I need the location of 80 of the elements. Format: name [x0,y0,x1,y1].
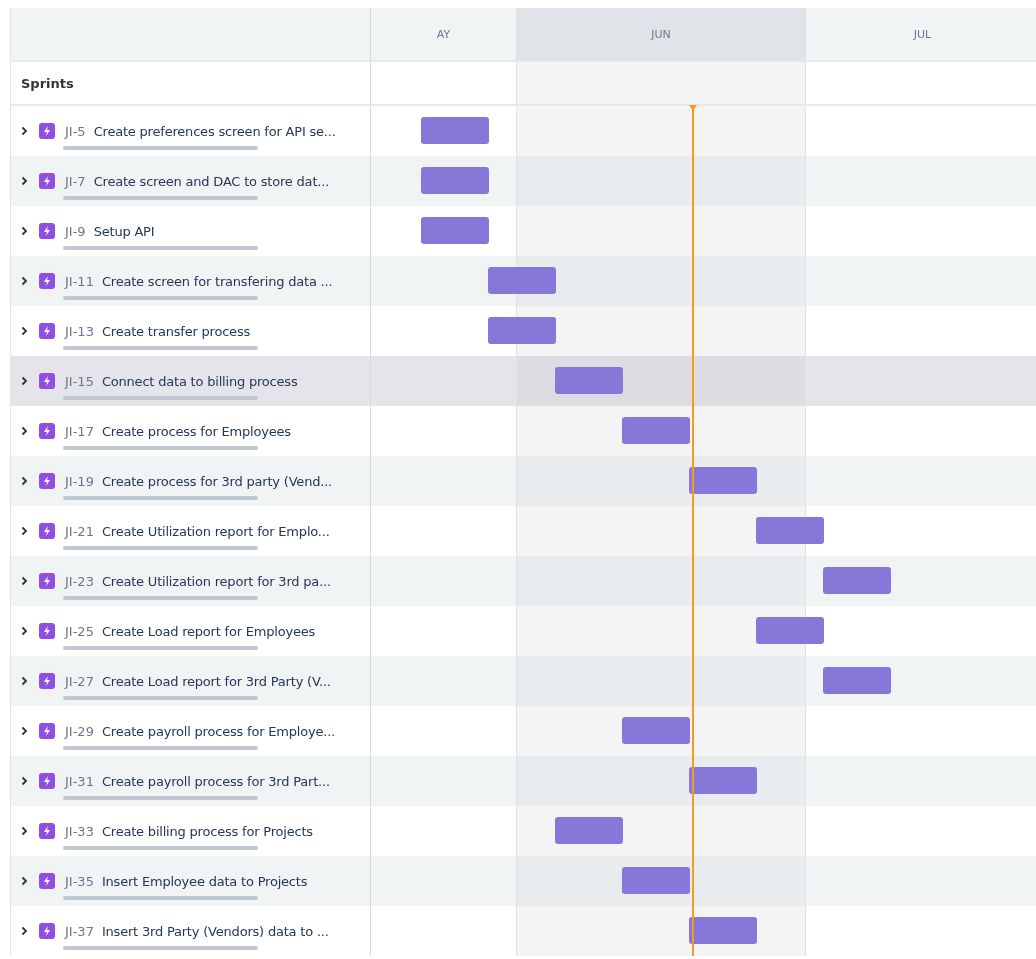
lightning-icon [39,223,55,239]
issue-title[interactable]: Create payroll process for 3rd Part... [101,773,330,789]
lightning-icon [39,523,55,539]
group-label: Sprints [21,75,74,91]
chevron-icon[interactable] [19,675,29,687]
issue-key[interactable]: JI-7 [65,173,86,189]
chevron-icon[interactable] [19,725,29,737]
chevron-icon[interactable] [19,325,29,337]
issue-title[interactable]: Create billing process for Projects [101,823,313,839]
issue-key[interactable]: JI-15 [65,373,94,389]
chevron-icon[interactable] [19,775,29,787]
issue-key[interactable]: JI-37 [65,923,94,939]
lightning-icon [39,823,55,839]
issue-key[interactable]: JI-23 [65,573,94,589]
issue-title[interactable]: Create process for 3rd party (Vend... [101,473,333,489]
issue-row[interactable]: JI-11 Create screen for transfering data ... [11,256,371,306]
issue-key[interactable]: JI-35 [65,873,94,889]
issue-key[interactable]: JI-21 [65,523,94,539]
issue-title[interactable]: Setup API [93,223,155,239]
month-header: JUN [517,8,806,60]
issue-title[interactable]: Create Utilization report for 3rd pa... [101,573,331,589]
issue-row[interactable]: JI-31 Create payroll process for 3rd Part... [11,756,371,806]
lightning-icon [39,273,55,289]
issue-key[interactable]: JI-13 [65,323,94,339]
month-header: AY [371,8,517,60]
chevron-icon[interactable] [19,175,29,187]
issue-key[interactable]: JI-5 [65,123,86,139]
chevron-icon[interactable] [19,475,29,487]
issue-title[interactable]: Create screen and DAC to store dat... [93,173,330,189]
chevron-icon[interactable] [19,525,29,537]
chevron-icon[interactable] [19,125,29,137]
issue-row[interactable]: JI-19 Create process for 3rd party (Vend... [11,456,371,506]
issue-key[interactable]: JI-33 [65,823,94,839]
issue-key[interactable]: JI-25 [65,623,94,639]
chevron-icon[interactable] [19,275,29,287]
issue-key[interactable]: JI-27 [65,673,94,689]
issue-title[interactable]: Create Load report for 3rd Party (V... [101,673,331,689]
issue-row[interactable]: JI-27 Create Load report for 3rd Party (V... [11,656,371,706]
chevron-icon[interactable] [19,625,29,637]
chevron-icon[interactable] [19,575,29,587]
issue-title[interactable]: Insert Employee data to Projects [101,873,308,889]
issue-title[interactable]: Create preferences screen for API se... [93,123,336,139]
issue-row[interactable]: JI-15 Connect data to billing process [11,356,371,406]
issue-row[interactable]: JI-23 Create Utilization report for 3rd pa... [11,556,371,606]
lightning-icon [39,773,55,789]
issue-title[interactable]: Create Utilization report for Emplo... [101,523,330,539]
issue-key[interactable]: JI-9 [65,223,86,239]
issue-title[interactable]: Create process for Employees [101,423,291,439]
chevron-icon[interactable] [19,425,29,437]
issue-title[interactable]: Create transfer process [101,323,251,339]
chevron-icon[interactable] [19,225,29,237]
issue-key[interactable]: JI-29 [65,723,94,739]
lightning-icon [39,573,55,589]
issue-row[interactable]: JI-7 Create screen and DAC to store dat... [11,156,371,206]
issue-row[interactable]: JI-35 Insert Employee data to Projects [11,856,371,906]
issue-key[interactable]: JI-31 [65,773,94,789]
lightning-icon [39,923,55,939]
chevron-icon[interactable] [19,825,29,837]
lightning-icon [39,373,55,389]
lightning-icon [39,423,55,439]
lightning-icon [39,723,55,739]
issue-key[interactable]: JI-11 [65,273,94,289]
issue-title[interactable]: Insert 3rd Party (Vendors) data to ... [101,923,329,939]
issue-title[interactable]: Connect data to billing process [101,373,298,389]
chevron-icon[interactable] [19,875,29,887]
lightning-icon [39,173,55,189]
issue-key[interactable]: JI-19 [65,473,94,489]
issue-title[interactable]: Create Load report for Employees [101,623,316,639]
lightning-icon [39,623,55,639]
issue-title[interactable]: Create payroll process for Employe... [101,723,335,739]
lightning-icon [39,123,55,139]
lightning-icon [39,473,55,489]
month-header: JUL [806,8,1036,60]
issue-key[interactable]: JI-17 [65,423,94,439]
chevron-icon[interactable] [19,925,29,937]
issue-title[interactable]: Create screen for transfering data ... [101,273,333,289]
lightning-icon [39,673,55,689]
lightning-icon [39,323,55,339]
lightning-icon [39,873,55,889]
chevron-icon[interactable] [19,375,29,387]
